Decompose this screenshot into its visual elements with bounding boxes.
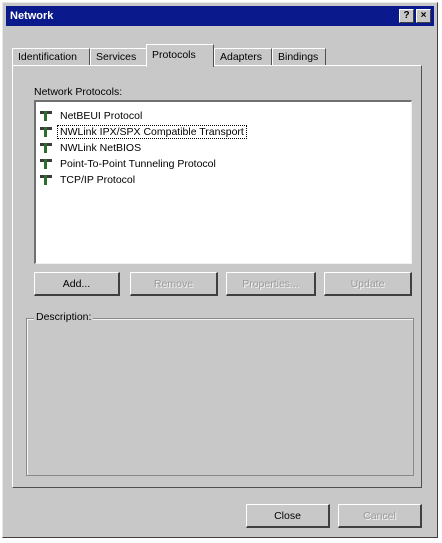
protocol-name: Point-To-Point Tunneling Protocol bbox=[60, 158, 216, 170]
tab-adapters[interactable]: Adapters bbox=[214, 48, 272, 66]
protocol-item-selected[interactable]: NWLink IPX/SPX Compatible Transport bbox=[36, 124, 411, 140]
help-icon[interactable]: ? bbox=[399, 9, 414, 23]
window-title: Network bbox=[10, 10, 54, 22]
update-button[interactable]: Update bbox=[324, 272, 412, 296]
tab-bindings[interactable]: Bindings bbox=[272, 48, 326, 66]
close-icon[interactable]: × bbox=[416, 9, 431, 23]
tab-protocols[interactable]: Protocols bbox=[146, 44, 214, 67]
protocol-name: NetBEUI Protocol bbox=[60, 110, 143, 122]
title-bar[interactable]: Network ? × bbox=[6, 6, 434, 26]
description-group bbox=[26, 318, 414, 476]
protocol-name: NWLink NetBIOS bbox=[60, 142, 142, 154]
close-button[interactable]: Close bbox=[246, 504, 330, 528]
protocol-icon bbox=[40, 158, 54, 170]
title-buttons: ? × bbox=[399, 9, 434, 23]
protocol-name: NWLink IPX/SPX Compatible Transport bbox=[57, 125, 247, 139]
protocol-icon bbox=[40, 126, 54, 138]
protocol-icon bbox=[40, 142, 54, 154]
protocol-icon bbox=[40, 174, 54, 186]
protocol-item[interactable]: NWLink NetBIOS bbox=[36, 140, 411, 156]
protocol-icon bbox=[40, 110, 54, 122]
protocol-item[interactable]: NetBEUI Protocol bbox=[36, 108, 411, 124]
protocol-item[interactable]: TCP/IP Protocol bbox=[36, 172, 411, 188]
tab-services[interactable]: Services bbox=[90, 48, 148, 66]
protocol-list[interactable]: NetBEUI Protocol NWLink IPX/SPX Compatib… bbox=[34, 100, 412, 264]
protocol-item[interactable]: Point-To-Point Tunneling Protocol bbox=[36, 156, 411, 172]
description-label: Description: bbox=[34, 311, 94, 323]
cancel-button[interactable]: Cancel bbox=[338, 504, 422, 528]
remove-button[interactable]: Remove bbox=[130, 272, 218, 296]
properties-button[interactable]: Properties... bbox=[226, 272, 316, 296]
network-protocols-label: Network Protocols: bbox=[34, 86, 123, 98]
protocol-name: TCP/IP Protocol bbox=[60, 174, 136, 186]
add-button[interactable]: Add... bbox=[34, 272, 120, 296]
tab-identification[interactable]: Identification bbox=[12, 48, 90, 66]
